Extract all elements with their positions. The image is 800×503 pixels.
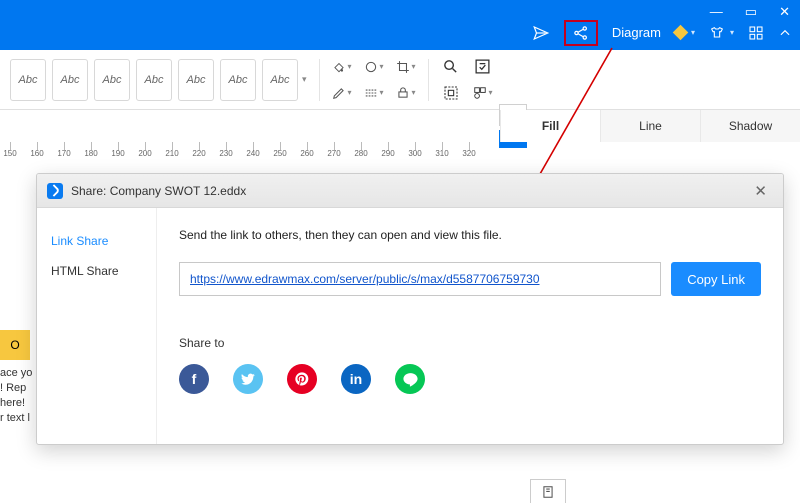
tab-fill[interactable]: Fill [500,110,600,142]
canvas-text-fragment: here! [0,396,40,411]
shape-circle-icon[interactable]: ▾ [364,57,384,77]
window-minimize[interactable]: — [710,4,723,20]
twitter-icon[interactable] [233,364,263,394]
window-close[interactable]: ✕ [779,4,790,20]
dialog-sidebar: Link Share HTML Share [37,208,157,444]
share-link-field[interactable]: https://www.edrawmax.com/server/public/s… [179,262,661,296]
tab-shadow[interactable]: Shadow [700,110,800,142]
share-dialog: Share: Company SWOT 12.eddx ✕ Link Share… [36,173,784,445]
diagram-label[interactable]: Diagram [612,25,661,40]
fill-bucket-icon[interactable]: ▾ [332,57,352,77]
sidebar-item-html-share[interactable]: HTML Share [37,256,156,286]
tab-line[interactable]: Line [600,110,700,142]
bottom-toolbar-item[interactable] [530,479,566,503]
share-to-label: Share to [179,336,761,350]
share-icon[interactable] [564,20,598,46]
app-logo-icon [47,183,63,199]
crop-icon[interactable]: ▾ [396,57,416,77]
line-style-icon[interactable]: ▾ [364,83,384,103]
pen-icon[interactable]: ▾ [332,83,352,103]
dialog-close-button[interactable]: ✕ [748,180,773,202]
share-description: Send the link to others, then they can o… [179,228,761,242]
style-option[interactable]: Abc [52,59,88,101]
style-option[interactable]: Abc [220,59,256,101]
ribbon: Abc Abc Abc Abc Abc Abc Abc ▾ ▾ ▾ ▾ ▾ ▾ … [0,50,800,110]
style-option[interactable]: Abc [262,59,298,101]
separator [319,59,320,101]
horizontal-ruler: 1501601701801902002102202302402502602702… [0,142,500,162]
components-icon[interactable]: ▾ [473,83,493,103]
replace-icon[interactable] [473,57,493,77]
apps-icon[interactable] [748,25,764,41]
search-icon[interactable] [441,57,461,77]
linkedin-icon[interactable]: in [341,364,371,394]
send-icon[interactable] [532,24,550,42]
titlebar: — ▭ ✕ Diagram ▾ ▾ [0,0,800,50]
style-gallery-expand[interactable]: ▾ [302,74,307,85]
facebook-icon[interactable]: f [179,364,209,394]
lock-icon[interactable]: ▾ [396,83,416,103]
dialog-main: Send the link to others, then they can o… [157,208,783,444]
style-option[interactable]: Abc [94,59,130,101]
collapse-ribbon-icon[interactable] [778,26,792,40]
separator [428,59,429,101]
style-option[interactable]: Abc [10,59,46,101]
dialog-title: Share: Company SWOT 12.eddx [71,184,246,198]
select-all-icon[interactable] [441,83,461,103]
style-option[interactable]: Abc [178,59,214,101]
style-option[interactable]: Abc [136,59,172,101]
dialog-header: Share: Company SWOT 12.eddx ✕ [37,174,783,208]
window-restore[interactable]: ▭ [745,4,757,20]
copy-link-button[interactable]: Copy Link [671,262,761,296]
style-gallery: Abc Abc Abc Abc Abc Abc Abc ▾ [10,59,307,101]
canvas-text-fragment: ! Rep [0,381,40,396]
canvas-text-fragment: r text l [0,411,40,426]
swot-opportunities-box[interactable]: O [0,330,30,360]
sidebar-item-link-share[interactable]: Link Share [37,226,156,256]
pinterest-icon[interactable] [287,364,317,394]
shirt-icon[interactable]: ▾ [709,25,734,41]
canvas-text-fragment: ace yo [0,366,40,381]
premium-icon[interactable]: ▾ [675,27,695,38]
line-icon[interactable] [395,364,425,394]
format-panel-tabs: Fill Line Shadow [500,110,800,142]
share-link-text[interactable]: https://www.edrawmax.com/server/public/s… [190,272,540,286]
